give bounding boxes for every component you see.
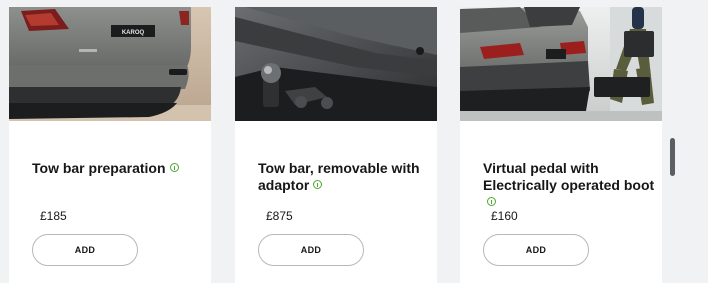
add-button-tow-bar-removable[interactable]: ADD	[258, 234, 364, 266]
product-title: Virtual pedal with Electrically operated…	[483, 160, 655, 211]
scrollbar-thumb[interactable]	[670, 138, 675, 176]
product-card-tow-bar-removable: Tow bar, removable with adaptor £875 ADD	[235, 7, 437, 283]
product-card-tow-bar-preparation: KAROQ Tow bar preparation £185 ADD	[9, 7, 211, 283]
product-image-tow-bar-preparation: KAROQ	[9, 7, 211, 121]
product-title-text: Tow bar, removable with adaptor	[258, 160, 420, 193]
image-badge-text: KAROQ	[122, 30, 145, 36]
product-title: Tow bar, removable with adaptor	[258, 160, 430, 194]
add-button-tow-bar-preparation[interactable]: ADD	[32, 234, 138, 266]
product-title-text: Virtual pedal with Electrically operated…	[483, 160, 655, 193]
product-image-virtual-pedal	[460, 7, 662, 121]
product-price: £875	[266, 209, 293, 223]
product-card-virtual-pedal: Virtual pedal with Electrically operated…	[460, 7, 662, 283]
info-icon[interactable]	[487, 197, 496, 206]
info-icon[interactable]	[169, 163, 179, 172]
product-title-text: Tow bar preparation	[32, 160, 166, 176]
product-price: £160	[491, 209, 518, 223]
accessories-viewport: KAROQ Tow bar preparation £185 ADD Tow b…	[0, 0, 708, 283]
product-price: £185	[40, 209, 67, 223]
product-image-tow-bar-removable	[235, 7, 437, 121]
add-button-virtual-pedal[interactable]: ADD	[483, 234, 589, 266]
info-icon[interactable]	[313, 180, 323, 189]
product-title: Tow bar preparation	[32, 160, 204, 177]
